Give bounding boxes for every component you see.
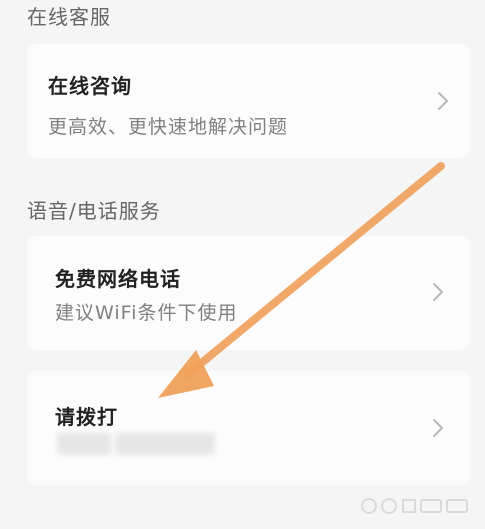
online-consult-card[interactable]: 在线咨询 更高效、更快速地解决问题 [27,44,470,158]
redacted-phone-number [115,433,215,455]
section-title-voice-service: 语音/电话服务 [27,199,161,223]
redacted-phone-number [57,433,111,455]
section-title-online-service: 在线客服 [27,5,111,29]
dial-hotline-card[interactable]: 请拨打 [27,371,470,485]
dial-hotline-title: 请拨打 [55,405,118,429]
online-consult-title: 在线咨询 [48,74,132,98]
chevron-right-icon [433,283,443,301]
chevron-right-icon [433,419,443,437]
free-network-call-subtitle: 建议WiFi条件下使用 [55,302,238,324]
free-network-call-title: 免费网络电话 [55,267,181,291]
chevron-right-icon [438,92,448,110]
online-consult-subtitle: 更高效、更快速地解决问题 [48,116,289,138]
free-network-call-card[interactable]: 免费网络电话 建议WiFi条件下使用 [27,236,470,350]
watermark-logo-icon [361,498,468,514]
